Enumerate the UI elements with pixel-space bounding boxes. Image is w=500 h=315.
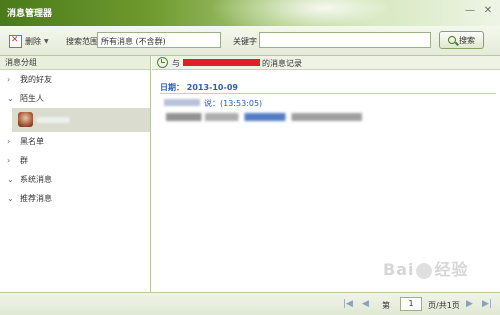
delete-icon <box>9 34 22 48</box>
group-label: 黑名单 <box>20 137 44 146</box>
group-friends[interactable]: › 我的好友 <box>0 70 150 89</box>
scope-label: 搜索范围 <box>66 37 98 46</box>
delete-button[interactable]: 删除 ▼ <box>9 34 49 48</box>
last-page-button[interactable]: ▶| <box>482 299 492 309</box>
group-label: 推荐消息 <box>20 194 52 203</box>
chevron-down-icon: ⌄ <box>7 175 14 184</box>
group-label: 系统消息 <box>20 175 52 184</box>
search-button[interactable]: 搜索 <box>439 31 484 49</box>
chevron-down-icon: ⌄ <box>7 194 14 203</box>
toolbar: 删除 ▼ 搜索范围 所有消息 (不含群) ⌵ 关键字 搜索 <box>0 26 500 56</box>
watermark-text: 经验 <box>434 260 469 279</box>
keyword-input[interactable] <box>259 32 431 48</box>
group-label: 群 <box>20 156 28 165</box>
first-page-button[interactable]: |◀ <box>343 299 353 309</box>
group-panel-header: 消息分组 <box>0 56 150 70</box>
prev-page-button[interactable]: ◀ <box>362 299 369 309</box>
paw-icon <box>416 262 433 279</box>
clock-icon <box>157 57 168 68</box>
group-groups[interactable]: › 群 <box>0 151 150 170</box>
group-system[interactable]: ⌄ 系统消息 <box>0 170 150 189</box>
group-recommend[interactable]: ⌄ 推荐消息 <box>0 189 150 208</box>
scope-select[interactable]: 所有消息 (不含群) ⌵ <box>97 32 221 48</box>
chevron-down-icon: ⌄ <box>7 94 14 103</box>
message-date: 日期： 2013-10-09 <box>160 83 238 92</box>
title-bar: 消息管理器 — ✕ <box>0 0 500 40</box>
contact-name-redacted <box>183 59 260 66</box>
chevron-right-icon: › <box>7 137 11 146</box>
chevron-down-icon: ⌵ <box>101 35 108 44</box>
message-meta: 说：(13:53:05) <box>204 99 263 108</box>
keyword-label: 关键字 <box>233 37 257 46</box>
group-blacklist[interactable]: › 黑名单 <box>0 132 150 151</box>
group-panel: 消息分组 › 我的好友 ⌄ 陌生人 › 黑名单 › 群 ⌄ 系统消息 ⌄ 推荐消… <box>0 56 151 292</box>
message-panel-header: 与 的消息记录 <box>152 56 500 70</box>
search-icon <box>448 36 456 44</box>
group-label: 陌生人 <box>20 94 44 103</box>
message-content-redacted[interactable] <box>166 113 362 121</box>
contact-name-redacted <box>36 117 70 123</box>
page-input[interactable]: 1 <box>400 297 422 311</box>
window-title: 消息管理器 <box>7 9 53 19</box>
close-button[interactable]: ✕ <box>482 5 494 17</box>
chevron-right-icon: › <box>7 156 11 165</box>
pager-bar: |◀ ◀ 第 1 页/共1页 ▶ ▶| <box>0 292 500 315</box>
header-prefix: 与 <box>172 59 180 68</box>
sender-name-redacted <box>164 99 200 106</box>
page-suffix: 页/共1页 <box>428 301 460 310</box>
minimize-button[interactable]: — <box>464 5 476 17</box>
page-prefix: 第 <box>382 301 390 310</box>
divider <box>160 93 496 94</box>
watermark: Bai 经验 <box>383 256 469 280</box>
group-label: 我的好友 <box>20 75 52 84</box>
chevron-right-icon: › <box>7 75 11 84</box>
delete-label: 删除 <box>25 36 41 46</box>
search-label: 搜索 <box>459 35 475 45</box>
group-strangers[interactable]: ⌄ 陌生人 <box>0 89 150 108</box>
contact-selected[interactable] <box>12 108 150 132</box>
chevron-down-icon: ▼ <box>44 37 49 45</box>
next-page-button[interactable]: ▶ <box>466 299 473 309</box>
watermark-text: Bai <box>383 260 415 279</box>
avatar <box>18 112 33 127</box>
header-suffix: 的消息记录 <box>262 59 302 68</box>
